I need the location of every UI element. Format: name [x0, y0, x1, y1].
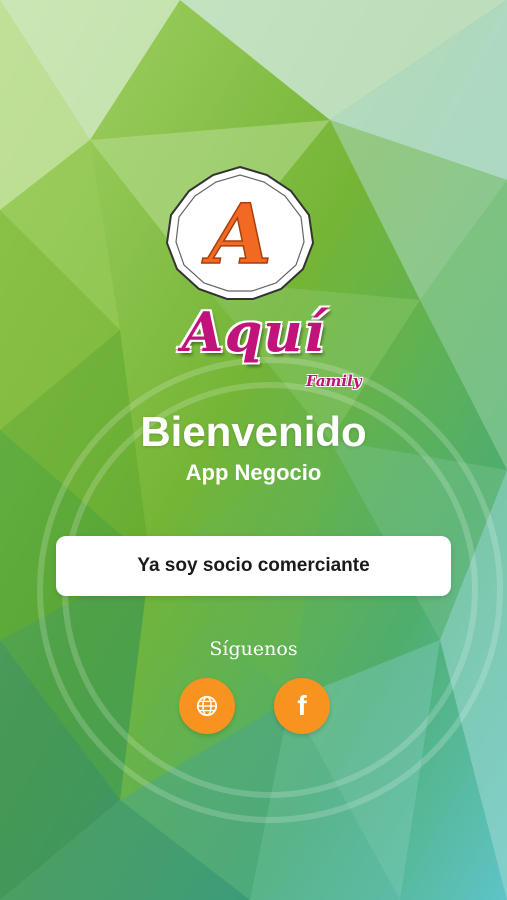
brand-subtitle: Family [306, 372, 362, 390]
website-button[interactable] [179, 678, 235, 734]
welcome-title: Bienvenido [140, 408, 367, 455]
app-subtitle: App Negocio [185, 460, 322, 485]
existing-merchant-button[interactable]: Ya soy socio comerciante [56, 536, 451, 596]
welcome-screen: A Aquí Family Bienvenido App Negocio Ya … [0, 0, 507, 900]
follow-us-label: Síguenos [209, 638, 298, 660]
brand-logo: A [165, 163, 315, 303]
facebook-icon: f [297, 690, 307, 721]
globe-icon [196, 695, 218, 717]
facebook-button[interactable]: f [274, 678, 330, 734]
brand-wordmark: Aquí [0, 300, 507, 364]
brand-name: Aquí [181, 300, 326, 364]
logo-letter: A [201, 187, 272, 283]
